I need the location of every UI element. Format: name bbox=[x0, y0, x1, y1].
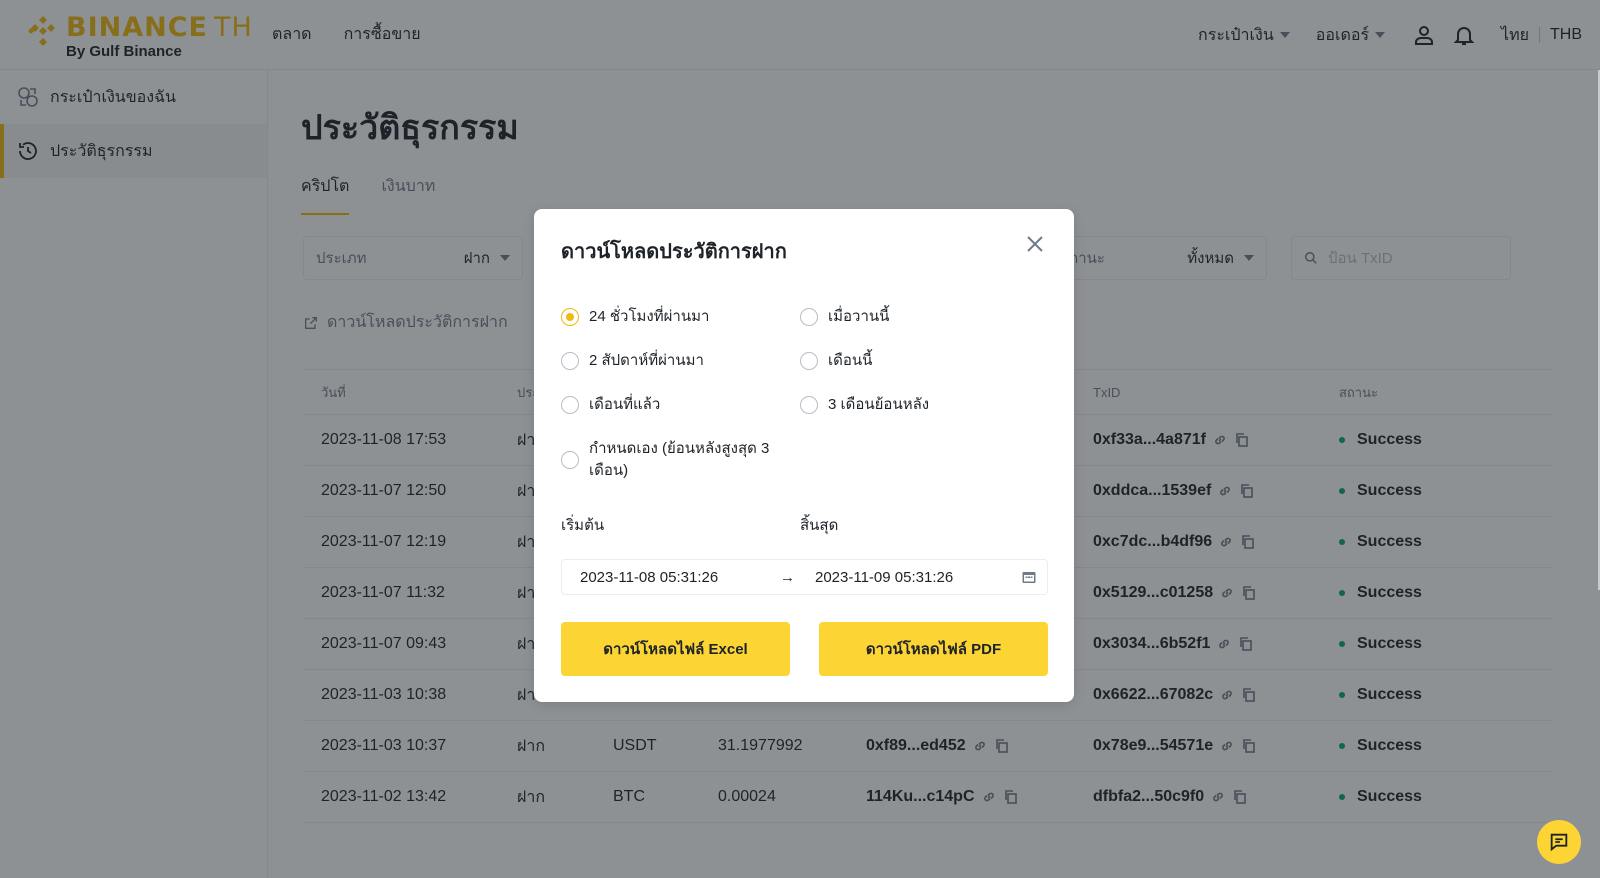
calendar-icon[interactable] bbox=[1021, 569, 1037, 585]
radio-selected[interactable] bbox=[561, 308, 579, 326]
option-24-hours[interactable]: 24 ชั่วโมงที่ผ่านมา bbox=[561, 306, 709, 328]
option-2-weeks[interactable]: 2 สัปดาห์ที่ผ่านมา bbox=[561, 350, 704, 372]
arrow-right-icon: → bbox=[780, 568, 795, 586]
close-icon[interactable] bbox=[1024, 233, 1046, 255]
download-excel-button[interactable]: ดาวน์โหลดไฟล์ Excel bbox=[561, 622, 790, 676]
option-yesterday[interactable]: เมื่อวานนี้ bbox=[800, 306, 889, 328]
start-date-input[interactable]: 2023-11-08 05:31:26 bbox=[580, 569, 718, 586]
option-label: 3 เดือนย้อนหลัง bbox=[828, 396, 930, 413]
option-last-month[interactable]: เดือนที่แล้ว bbox=[561, 394, 660, 416]
option-label: 2 สัปดาห์ที่ผ่านมา bbox=[589, 352, 704, 369]
start-label: เริ่มต้น bbox=[561, 517, 605, 534]
radio[interactable] bbox=[561, 396, 579, 414]
chat-support-button[interactable] bbox=[1537, 820, 1581, 864]
option-3-months[interactable]: 3 เดือนย้อนหลัง bbox=[800, 394, 929, 416]
option-label: เดือนที่แล้ว bbox=[589, 396, 661, 413]
radio[interactable] bbox=[800, 308, 818, 326]
radio[interactable] bbox=[800, 352, 818, 370]
radio[interactable] bbox=[561, 451, 579, 469]
option-this-month[interactable]: เดือนนี้ bbox=[800, 350, 872, 372]
radio[interactable] bbox=[561, 352, 579, 370]
option-label: เมื่อวานนี้ bbox=[828, 308, 890, 325]
option-label: กำหนดเอง (ย้อนหลังสูงสุด 3 เดือน) bbox=[589, 440, 770, 479]
end-label: สิ้นสุด bbox=[800, 517, 839, 534]
option-label: เดือนนี้ bbox=[828, 352, 873, 369]
option-label: 24 ชั่วโมงที่ผ่านมา bbox=[589, 308, 710, 325]
download-pdf-button[interactable]: ดาวน์โหลดไฟล์ PDF bbox=[819, 622, 1048, 676]
download-history-modal: ดาวน์โหลดประวัติการฝาก 24 ชั่วโมงที่ผ่าน… bbox=[534, 209, 1074, 702]
modal-title: ดาวน์โหลดประวัติการฝาก bbox=[561, 241, 787, 263]
end-date-input[interactable]: 2023-11-09 05:31:26 bbox=[815, 569, 953, 586]
chat-icon bbox=[1550, 833, 1568, 852]
date-range-picker[interactable]: 2023-11-08 05:31:26 → 2023-11-09 05:31:2… bbox=[561, 559, 1048, 595]
option-custom[interactable]: กำหนดเอง (ย้อนหลังสูงสุด 3 เดือน) bbox=[561, 438, 781, 482]
radio[interactable] bbox=[800, 396, 818, 414]
